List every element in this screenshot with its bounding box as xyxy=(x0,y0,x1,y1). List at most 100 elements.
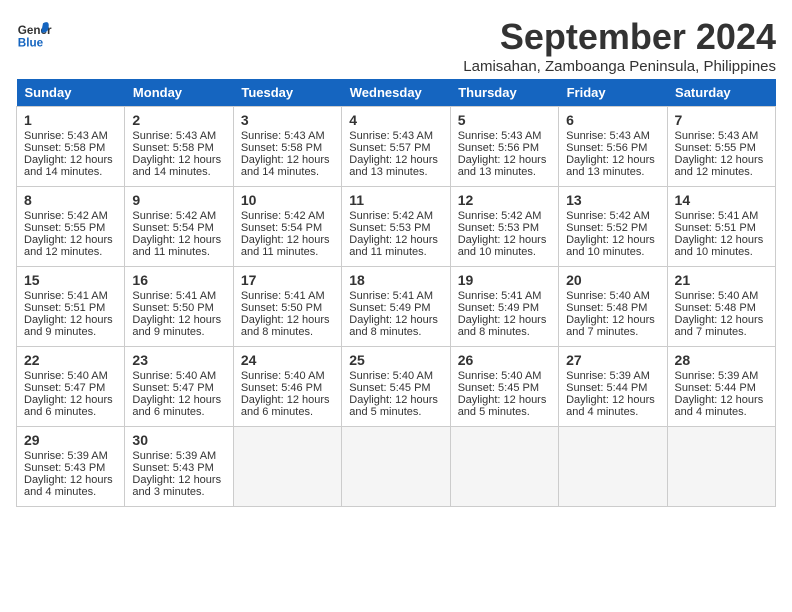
calendar-cell: 19 Sunrise: 5:41 AM Sunset: 5:49 PM Dayl… xyxy=(450,267,558,347)
sunrise-text: Sunrise: 5:43 AM xyxy=(566,130,650,142)
sunset-text: Sunset: 5:51 PM xyxy=(24,302,105,314)
daylight-text: Daylight: 12 hours and 11 minutes. xyxy=(132,234,221,258)
weekday-header-saturday: Saturday xyxy=(667,79,775,107)
sunrise-text: Sunrise: 5:41 AM xyxy=(132,290,216,302)
calendar-week-row: 29 Sunrise: 5:39 AM Sunset: 5:43 PM Dayl… xyxy=(17,427,776,507)
day-number: 1 xyxy=(24,112,117,128)
calendar-cell: 13 Sunrise: 5:42 AM Sunset: 5:52 PM Dayl… xyxy=(559,187,667,267)
header: General Blue September 2024 Lamisahan, Z… xyxy=(16,16,776,75)
daylight-text: Daylight: 12 hours and 10 minutes. xyxy=(566,234,655,258)
daylight-text: Daylight: 12 hours and 4 minutes. xyxy=(566,394,655,418)
day-number: 27 xyxy=(566,352,659,368)
sunset-text: Sunset: 5:58 PM xyxy=(241,142,322,154)
sunrise-text: Sunrise: 5:40 AM xyxy=(241,370,325,382)
calendar-cell: 17 Sunrise: 5:41 AM Sunset: 5:50 PM Dayl… xyxy=(233,267,341,347)
sunset-text: Sunset: 5:46 PM xyxy=(241,382,322,394)
calendar-cell xyxy=(450,427,558,507)
sunset-text: Sunset: 5:55 PM xyxy=(675,142,756,154)
daylight-text: Daylight: 12 hours and 10 minutes. xyxy=(675,234,764,258)
sunset-text: Sunset: 5:55 PM xyxy=(24,222,105,234)
sunset-text: Sunset: 5:43 PM xyxy=(132,462,213,474)
weekday-header-monday: Monday xyxy=(125,79,233,107)
sunset-text: Sunset: 5:52 PM xyxy=(566,222,647,234)
weekday-header-thursday: Thursday xyxy=(450,79,558,107)
calendar-cell: 22 Sunrise: 5:40 AM Sunset: 5:47 PM Dayl… xyxy=(17,347,125,427)
logo: General Blue xyxy=(16,16,52,52)
sunrise-text: Sunrise: 5:42 AM xyxy=(566,210,650,222)
day-number: 20 xyxy=(566,272,659,288)
sunset-text: Sunset: 5:51 PM xyxy=(675,222,756,234)
calendar-week-row: 15 Sunrise: 5:41 AM Sunset: 5:51 PM Dayl… xyxy=(17,267,776,347)
daylight-text: Daylight: 12 hours and 14 minutes. xyxy=(132,154,221,178)
daylight-text: Daylight: 12 hours and 8 minutes. xyxy=(458,314,547,338)
sunrise-text: Sunrise: 5:39 AM xyxy=(24,450,108,462)
calendar-cell xyxy=(233,427,341,507)
calendar-cell: 15 Sunrise: 5:41 AM Sunset: 5:51 PM Dayl… xyxy=(17,267,125,347)
calendar-cell: 25 Sunrise: 5:40 AM Sunset: 5:45 PM Dayl… xyxy=(342,347,450,427)
daylight-text: Daylight: 12 hours and 9 minutes. xyxy=(132,314,221,338)
daylight-text: Daylight: 12 hours and 11 minutes. xyxy=(349,234,438,258)
calendar-cell: 20 Sunrise: 5:40 AM Sunset: 5:48 PM Dayl… xyxy=(559,267,667,347)
day-number: 19 xyxy=(458,272,551,288)
sunrise-text: Sunrise: 5:40 AM xyxy=(132,370,216,382)
day-number: 30 xyxy=(132,432,225,448)
sunset-text: Sunset: 5:50 PM xyxy=(132,302,213,314)
sunrise-text: Sunrise: 5:41 AM xyxy=(349,290,433,302)
sunrise-text: Sunrise: 5:40 AM xyxy=(349,370,433,382)
sunrise-text: Sunrise: 5:43 AM xyxy=(349,130,433,142)
daylight-text: Daylight: 12 hours and 6 minutes. xyxy=(241,394,330,418)
sunrise-text: Sunrise: 5:42 AM xyxy=(241,210,325,222)
daylight-text: Daylight: 12 hours and 11 minutes. xyxy=(241,234,330,258)
sunrise-text: Sunrise: 5:43 AM xyxy=(241,130,325,142)
daylight-text: Daylight: 12 hours and 13 minutes. xyxy=(458,154,547,178)
day-number: 13 xyxy=(566,192,659,208)
day-number: 4 xyxy=(349,112,442,128)
sunrise-text: Sunrise: 5:43 AM xyxy=(132,130,216,142)
sunset-text: Sunset: 5:45 PM xyxy=(458,382,539,394)
svg-text:Blue: Blue xyxy=(18,37,44,50)
day-number: 14 xyxy=(675,192,768,208)
sunset-text: Sunset: 5:43 PM xyxy=(24,462,105,474)
calendar-cell: 6 Sunrise: 5:43 AM Sunset: 5:56 PM Dayli… xyxy=(559,107,667,187)
calendar-cell: 29 Sunrise: 5:39 AM Sunset: 5:43 PM Dayl… xyxy=(17,427,125,507)
calendar-cell: 5 Sunrise: 5:43 AM Sunset: 5:56 PM Dayli… xyxy=(450,107,558,187)
daylight-text: Daylight: 12 hours and 8 minutes. xyxy=(241,314,330,338)
sunset-text: Sunset: 5:44 PM xyxy=(675,382,756,394)
calendar-cell: 12 Sunrise: 5:42 AM Sunset: 5:53 PM Dayl… xyxy=(450,187,558,267)
sunset-text: Sunset: 5:54 PM xyxy=(132,222,213,234)
day-number: 7 xyxy=(675,112,768,128)
sunset-text: Sunset: 5:49 PM xyxy=(349,302,430,314)
day-number: 29 xyxy=(24,432,117,448)
calendar-table: SundayMondayTuesdayWednesdayThursdayFrid… xyxy=(16,79,776,507)
sunset-text: Sunset: 5:53 PM xyxy=(458,222,539,234)
daylight-text: Daylight: 12 hours and 12 minutes. xyxy=(675,154,764,178)
day-number: 25 xyxy=(349,352,442,368)
day-number: 5 xyxy=(458,112,551,128)
calendar-cell: 24 Sunrise: 5:40 AM Sunset: 5:46 PM Dayl… xyxy=(233,347,341,427)
daylight-text: Daylight: 12 hours and 5 minutes. xyxy=(349,394,438,418)
calendar-cell: 11 Sunrise: 5:42 AM Sunset: 5:53 PM Dayl… xyxy=(342,187,450,267)
sunrise-text: Sunrise: 5:43 AM xyxy=(458,130,542,142)
sunrise-text: Sunrise: 5:42 AM xyxy=(458,210,542,222)
title-area: September 2024 Lamisahan, Zamboanga Peni… xyxy=(463,16,776,75)
calendar-cell: 1 Sunrise: 5:43 AM Sunset: 5:58 PM Dayli… xyxy=(17,107,125,187)
day-number: 22 xyxy=(24,352,117,368)
calendar-cell: 30 Sunrise: 5:39 AM Sunset: 5:43 PM Dayl… xyxy=(125,427,233,507)
weekday-header-sunday: Sunday xyxy=(17,79,125,107)
sunset-text: Sunset: 5:56 PM xyxy=(458,142,539,154)
weekday-header-tuesday: Tuesday xyxy=(233,79,341,107)
calendar-week-row: 1 Sunrise: 5:43 AM Sunset: 5:58 PM Dayli… xyxy=(17,107,776,187)
daylight-text: Daylight: 12 hours and 9 minutes. xyxy=(24,314,113,338)
sunset-text: Sunset: 5:53 PM xyxy=(349,222,430,234)
calendar-cell: 4 Sunrise: 5:43 AM Sunset: 5:57 PM Dayli… xyxy=(342,107,450,187)
calendar-cell: 23 Sunrise: 5:40 AM Sunset: 5:47 PM Dayl… xyxy=(125,347,233,427)
daylight-text: Daylight: 12 hours and 7 minutes. xyxy=(675,314,764,338)
calendar-cell: 27 Sunrise: 5:39 AM Sunset: 5:44 PM Dayl… xyxy=(559,347,667,427)
calendar-cell: 10 Sunrise: 5:42 AM Sunset: 5:54 PM Dayl… xyxy=(233,187,341,267)
day-number: 26 xyxy=(458,352,551,368)
daylight-text: Daylight: 12 hours and 13 minutes. xyxy=(349,154,438,178)
sunrise-text: Sunrise: 5:43 AM xyxy=(24,130,108,142)
day-number: 24 xyxy=(241,352,334,368)
daylight-text: Daylight: 12 hours and 5 minutes. xyxy=(458,394,547,418)
sunrise-text: Sunrise: 5:41 AM xyxy=(458,290,542,302)
